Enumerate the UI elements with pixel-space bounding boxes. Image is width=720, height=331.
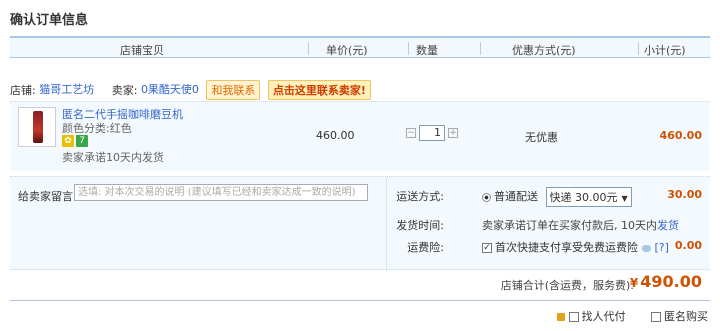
item-subtotal: 460.00 bbox=[659, 129, 702, 142]
insurance-text: 首次快捷支付享受免费运费险 bbox=[495, 241, 638, 254]
total-amount: 490.00 bbox=[640, 272, 702, 291]
shipping-select[interactable]: 快递 30.00元 ▼ bbox=[545, 187, 632, 207]
anonymous-checkbox[interactable] bbox=[651, 312, 661, 322]
total-label: 店铺合计(含运费，服务费): bbox=[500, 279, 634, 292]
shipping-option-label: 普通配送 bbox=[494, 190, 538, 203]
insurance-checkbox[interactable]: ✓ bbox=[482, 243, 492, 253]
col-discount: 优惠方式(元) bbox=[512, 44, 576, 57]
shipping-radio[interactable] bbox=[482, 192, 491, 202]
qty-input[interactable]: 1 bbox=[419, 125, 445, 141]
proxy-pay-checkbox[interactable] bbox=[568, 312, 579, 322]
item-badges: ✿ 7 bbox=[62, 133, 90, 147]
shop-label: 店铺: bbox=[10, 84, 36, 97]
item-image bbox=[33, 111, 43, 143]
col-unit-price: 单价(元) bbox=[326, 44, 368, 57]
order-item: 匿名二代手摇咖啡磨豆机 颜色分类:红色 ✿ 7 卖家承诺10天内发货 460.00… bbox=[10, 101, 710, 171]
total-value: ¥490.00 bbox=[630, 272, 702, 291]
anonymous-label: 匿名购买 bbox=[664, 310, 708, 323]
shipping-selected: 快递 30.00元 bbox=[549, 191, 618, 204]
shop-row: 店铺: 猫哥工艺坊 卖家: 0果酷天使0 和我联系 点击这里联系卖家! bbox=[10, 80, 710, 100]
chevron-down-icon: ▼ bbox=[621, 194, 628, 203]
seller-label: 卖家: bbox=[111, 84, 138, 97]
chat-icon[interactable] bbox=[642, 244, 651, 252]
insurance-option: ✓ 首次快捷支付享受免费运费险 [?] bbox=[482, 239, 669, 255]
qty-increase-button[interactable]: + bbox=[448, 128, 458, 138]
contact-seller-button[interactable]: 和我联系 bbox=[206, 80, 261, 100]
col-separator bbox=[308, 42, 309, 55]
proxy-pay-label: 找人代付 bbox=[581, 310, 626, 323]
shop-name-link[interactable]: 猫哥工艺坊 bbox=[39, 83, 94, 96]
shop-total-row: 店铺合计(含运费，服务费): ¥490.00 bbox=[10, 272, 710, 296]
col-separator bbox=[408, 42, 409, 55]
shipping-fee: 30.00 bbox=[667, 188, 702, 201]
bottom-divider bbox=[10, 300, 710, 301]
col-shop-item: 店铺宝贝 bbox=[120, 44, 164, 57]
discount-value: 无优惠 bbox=[525, 131, 558, 144]
col-separator bbox=[480, 42, 481, 55]
column-header: 店铺宝贝 单价(元) 数量 优惠方式(元) 小计(元) bbox=[10, 36, 710, 58]
col-subtotal: 小计(元) bbox=[644, 44, 686, 57]
unit-price: 460.00 bbox=[316, 129, 355, 142]
insurance-fee: 0.00 bbox=[674, 239, 702, 252]
insurance-help-link[interactable]: [?] bbox=[655, 241, 669, 254]
speaker-icon bbox=[556, 313, 565, 321]
delivery-label: 发货时间: bbox=[396, 219, 444, 232]
contact-seller-button-2[interactable]: 点击这里联系卖家! bbox=[267, 80, 371, 100]
shipping-option: 普通配送 快递 30.00元 ▼ bbox=[482, 187, 632, 207]
message-input[interactable]: 选填: 对本次交易的说明 (建议填写已经和卖家达成一致的说明) bbox=[74, 184, 368, 201]
guarantee-icon: ✿ bbox=[62, 135, 74, 147]
divider bbox=[386, 177, 387, 271]
shipping-label: 运送方式: bbox=[396, 190, 444, 203]
col-separator bbox=[638, 42, 639, 55]
page-title: 确认订单信息 bbox=[10, 13, 89, 28]
message-label: 给卖家留言: bbox=[18, 190, 77, 203]
delivery-promise: 卖家承诺10天内发货 bbox=[62, 151, 164, 164]
order-extras: 给卖家留言: 选填: 对本次交易的说明 (建议填写已经和卖家达成一致的说明) 运… bbox=[10, 176, 710, 271]
currency-symbol: ¥ bbox=[629, 276, 639, 290]
insurance-label: 运费险: bbox=[407, 241, 444, 254]
item-thumbnail[interactable] bbox=[18, 107, 56, 147]
quantity-stepper: −1 + bbox=[406, 125, 458, 141]
col-quantity: 数量 bbox=[416, 44, 438, 57]
seller-name-link[interactable]: 0果酷天使0 bbox=[141, 83, 199, 96]
delivery-link[interactable]: 发货 bbox=[657, 219, 679, 232]
delivery-time: 卖家承诺订单在买家付款后, 10天内发货 bbox=[482, 217, 679, 233]
qty-decrease-button[interactable]: − bbox=[406, 128, 416, 138]
delivery-text: 卖家承诺订单在买家付款后, 10天内 bbox=[482, 219, 657, 232]
payment-options: 找人代付 匿名购买 bbox=[556, 308, 708, 324]
seven-day-return-icon: 7 bbox=[76, 135, 88, 147]
